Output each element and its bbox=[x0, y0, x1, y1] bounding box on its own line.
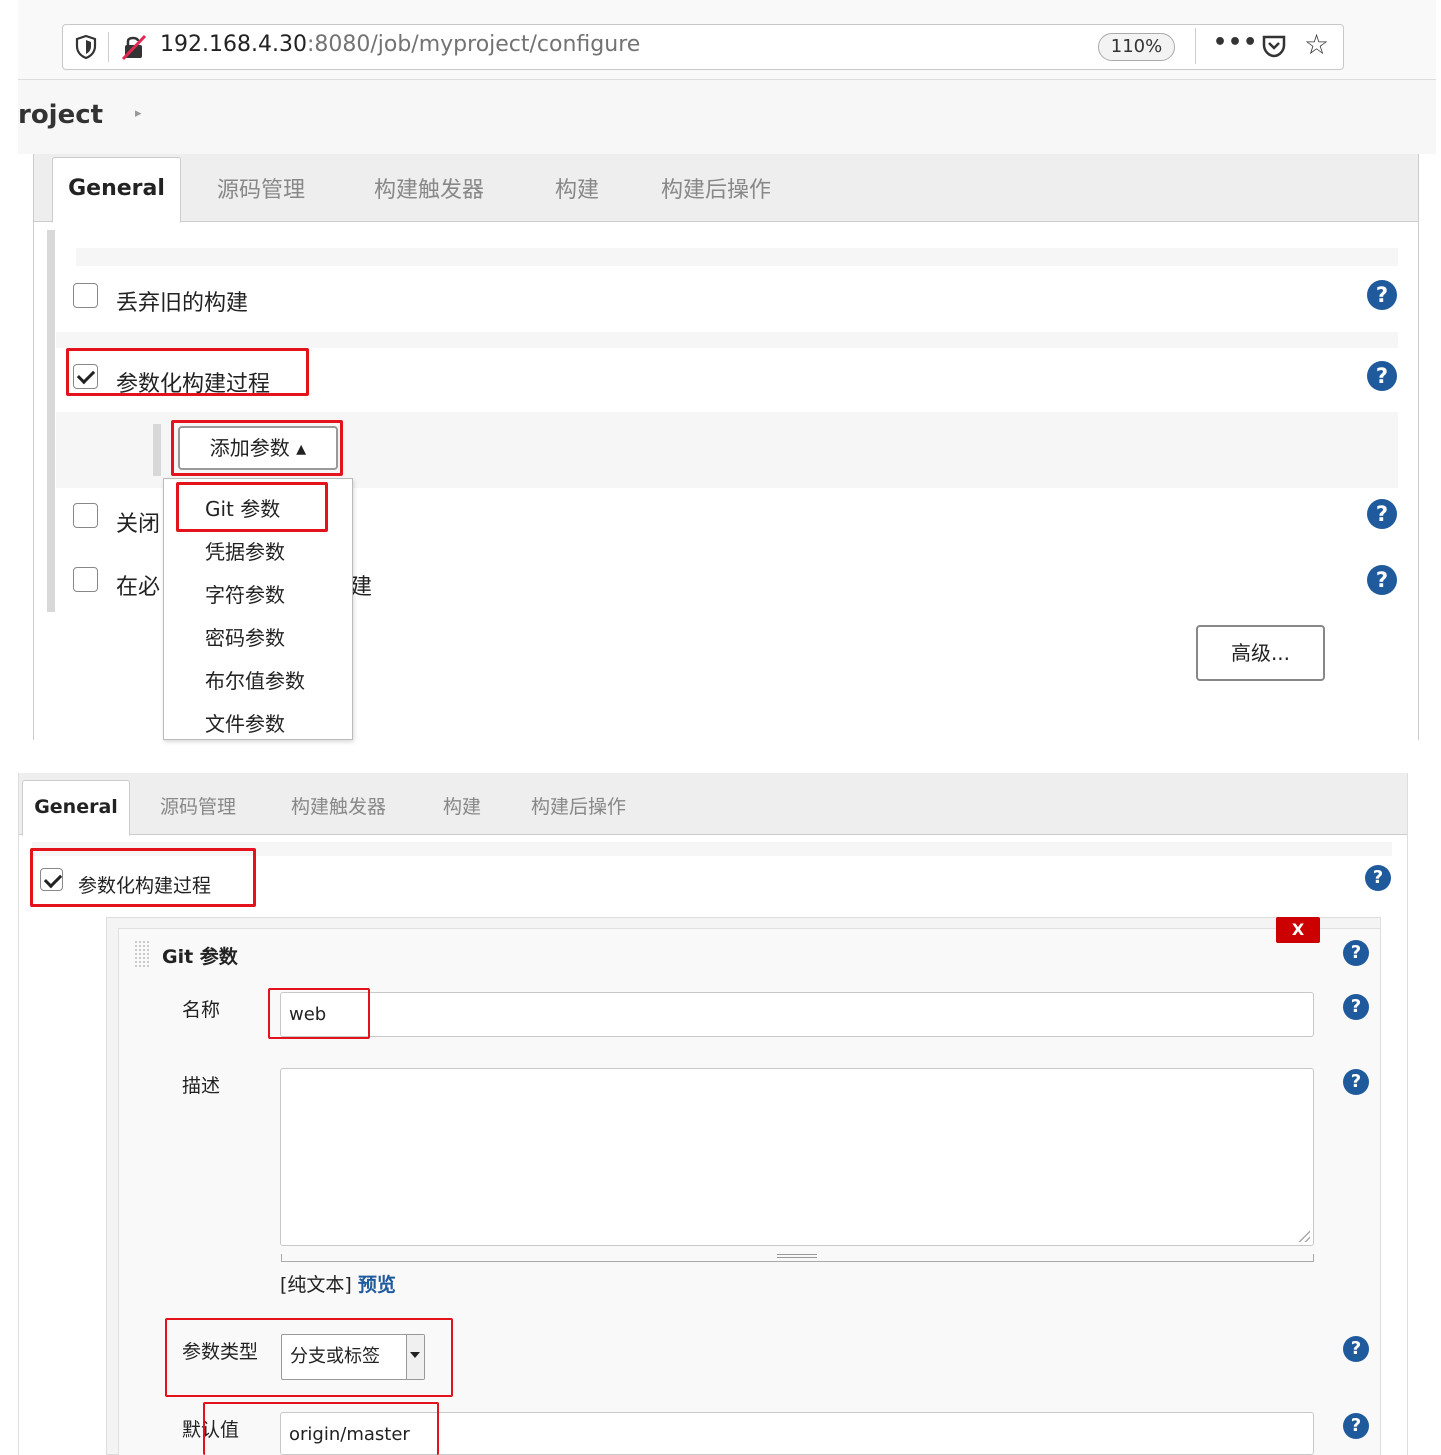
tab-build-triggers[interactable]: 构建触发器 bbox=[374, 172, 484, 204]
disable-build-checkbox[interactable] bbox=[73, 503, 98, 528]
button-rail bbox=[153, 424, 161, 476]
concurrent-build-checkbox[interactable] bbox=[73, 567, 98, 592]
concurrent-build-label-tail: 建 bbox=[350, 575, 373, 600]
delete-parameter-button[interactable]: X bbox=[1276, 917, 1320, 943]
help-icon[interactable]: ? bbox=[1365, 865, 1391, 891]
help-icon[interactable]: ? bbox=[1367, 565, 1397, 595]
row-band bbox=[56, 332, 1398, 348]
menu-item-file-parameter[interactable]: 文件参数 bbox=[205, 708, 285, 737]
url-host: 192.168.4.30 bbox=[160, 32, 307, 57]
resize-grip-icon[interactable] bbox=[1298, 1230, 1310, 1242]
description-textarea[interactable] bbox=[280, 1068, 1314, 1246]
git-parameter-title: Git 参数 bbox=[162, 946, 238, 968]
highlight-box bbox=[30, 848, 256, 907]
help-icon[interactable]: ? bbox=[1367, 361, 1397, 391]
highlight-box bbox=[176, 482, 328, 532]
tab-source-code[interactable]: 源码管理 bbox=[160, 792, 236, 819]
concurrent-build-label: 在必 bbox=[116, 575, 161, 600]
tab-build[interactable]: 构建 bbox=[443, 792, 481, 819]
more-icon[interactable]: ••• bbox=[1213, 30, 1258, 55]
name-input[interactable]: web bbox=[280, 992, 1314, 1037]
highlight-box bbox=[66, 348, 309, 396]
shield-icon[interactable] bbox=[74, 34, 98, 60]
highlight-box bbox=[203, 1402, 439, 1455]
breadcrumb-project[interactable]: roject bbox=[18, 100, 103, 130]
url-separator bbox=[108, 32, 109, 62]
help-icon[interactable]: ? bbox=[1343, 994, 1369, 1020]
preview-link[interactable]: 预览 bbox=[358, 1274, 396, 1296]
tab-build[interactable]: 构建 bbox=[555, 172, 599, 204]
menu-item-credentials-parameter[interactable]: 凭据参数 bbox=[205, 536, 285, 565]
help-icon[interactable]: ? bbox=[1343, 940, 1369, 966]
breadcrumb-chevron-icon[interactable]: ▸ bbox=[135, 106, 142, 121]
highlight-box bbox=[268, 988, 370, 1039]
help-icon[interactable]: ? bbox=[1343, 1069, 1369, 1095]
url-text[interactable]: 192.168.4.30:8080/job/myproject/configur… bbox=[160, 32, 640, 57]
discard-old-builds-label: 丢弃旧的构建 bbox=[116, 291, 249, 316]
menu-item-boolean-parameter[interactable]: 布尔值参数 bbox=[205, 665, 305, 694]
help-icon[interactable]: ? bbox=[1343, 1413, 1369, 1439]
discard-old-builds-checkbox[interactable] bbox=[73, 283, 98, 308]
tab-post-build[interactable]: 构建后操作 bbox=[531, 792, 626, 819]
section-rail bbox=[47, 230, 55, 612]
disable-build-label: 关闭 bbox=[116, 512, 161, 537]
menu-item-string-parameter[interactable]: 字符参数 bbox=[205, 579, 285, 608]
star-icon[interactable]: ☆ bbox=[1304, 28, 1329, 61]
tab-post-build[interactable]: 构建后操作 bbox=[661, 172, 771, 204]
help-icon[interactable]: ? bbox=[1367, 280, 1397, 310]
highlight-box bbox=[171, 420, 343, 476]
row-band bbox=[76, 248, 1398, 266]
description-label: 描述 bbox=[182, 1075, 221, 1097]
expander-handle-icon[interactable] bbox=[777, 1254, 817, 1258]
plain-text-label: [纯文本] bbox=[280, 1274, 352, 1296]
description-format: [纯文本] 预览 bbox=[280, 1270, 396, 1297]
name-label: 名称 bbox=[182, 999, 221, 1021]
tab-build-triggers[interactable]: 构建触发器 bbox=[291, 792, 386, 819]
help-icon[interactable]: ? bbox=[1343, 1336, 1369, 1362]
highlight-box bbox=[165, 1318, 453, 1397]
menu-item-password-parameter[interactable]: 密码参数 bbox=[205, 622, 285, 651]
url-path: :8080/job/myproject/configure bbox=[306, 32, 641, 57]
zoom-level-badge[interactable]: 110% bbox=[1098, 33, 1175, 61]
breadcrumb bbox=[18, 80, 1436, 154]
drag-handle-icon[interactable] bbox=[134, 940, 150, 968]
insecure-connection-icon[interactable] bbox=[120, 33, 148, 61]
pocket-icon[interactable] bbox=[1260, 32, 1288, 60]
toolbar-separator bbox=[1195, 28, 1196, 64]
advanced-button[interactable]: 高级... bbox=[1196, 625, 1325, 681]
tab-source-code[interactable]: 源码管理 bbox=[217, 172, 305, 204]
tab-general[interactable]: General bbox=[52, 157, 181, 223]
tab-general[interactable]: General bbox=[22, 780, 130, 836]
help-icon[interactable]: ? bbox=[1367, 499, 1397, 529]
